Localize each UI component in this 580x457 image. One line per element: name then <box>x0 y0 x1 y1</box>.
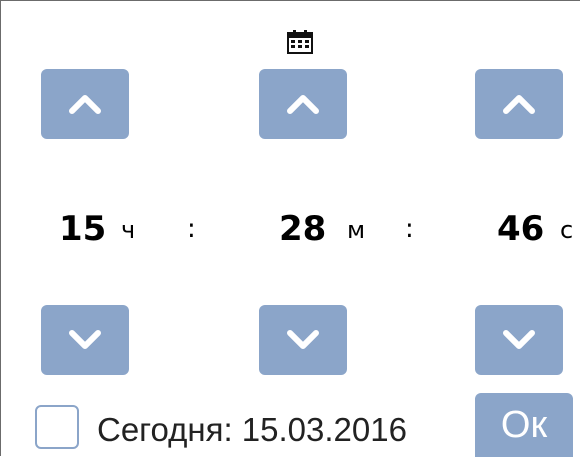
hours-increment-button[interactable] <box>41 69 129 139</box>
today-checkbox[interactable] <box>35 405 79 449</box>
chevron-down-icon <box>503 330 535 349</box>
chevron-up-icon <box>287 95 319 114</box>
time-picker-panel: 15 ч : 28 м : 46 с Сегодня: 15.03.2016 О… <box>0 0 580 457</box>
seconds-decrement-button[interactable] <box>475 305 563 375</box>
time-separator: : <box>187 214 196 244</box>
minutes-increment-button[interactable] <box>259 69 347 139</box>
today-label: Сегодня: 15.03.2016 <box>97 411 407 448</box>
calendar-icon <box>287 30 313 54</box>
chevron-down-icon <box>287 330 319 349</box>
seconds-increment-button[interactable] <box>475 69 563 139</box>
seconds-unit: с <box>560 216 574 244</box>
minutes-unit: м <box>347 216 366 244</box>
hours-unit: ч <box>121 216 136 244</box>
chevron-down-icon <box>69 330 101 349</box>
hours-decrement-button[interactable] <box>41 305 129 375</box>
ok-button[interactable]: Ок <box>475 393 573 457</box>
minutes-value: 28 <box>279 209 327 249</box>
chevron-up-icon <box>69 95 101 114</box>
seconds-value: 46 <box>497 209 545 249</box>
chevron-up-icon <box>503 95 535 114</box>
time-separator: : <box>405 214 414 244</box>
minutes-decrement-button[interactable] <box>259 305 347 375</box>
hours-value: 15 <box>59 209 107 249</box>
